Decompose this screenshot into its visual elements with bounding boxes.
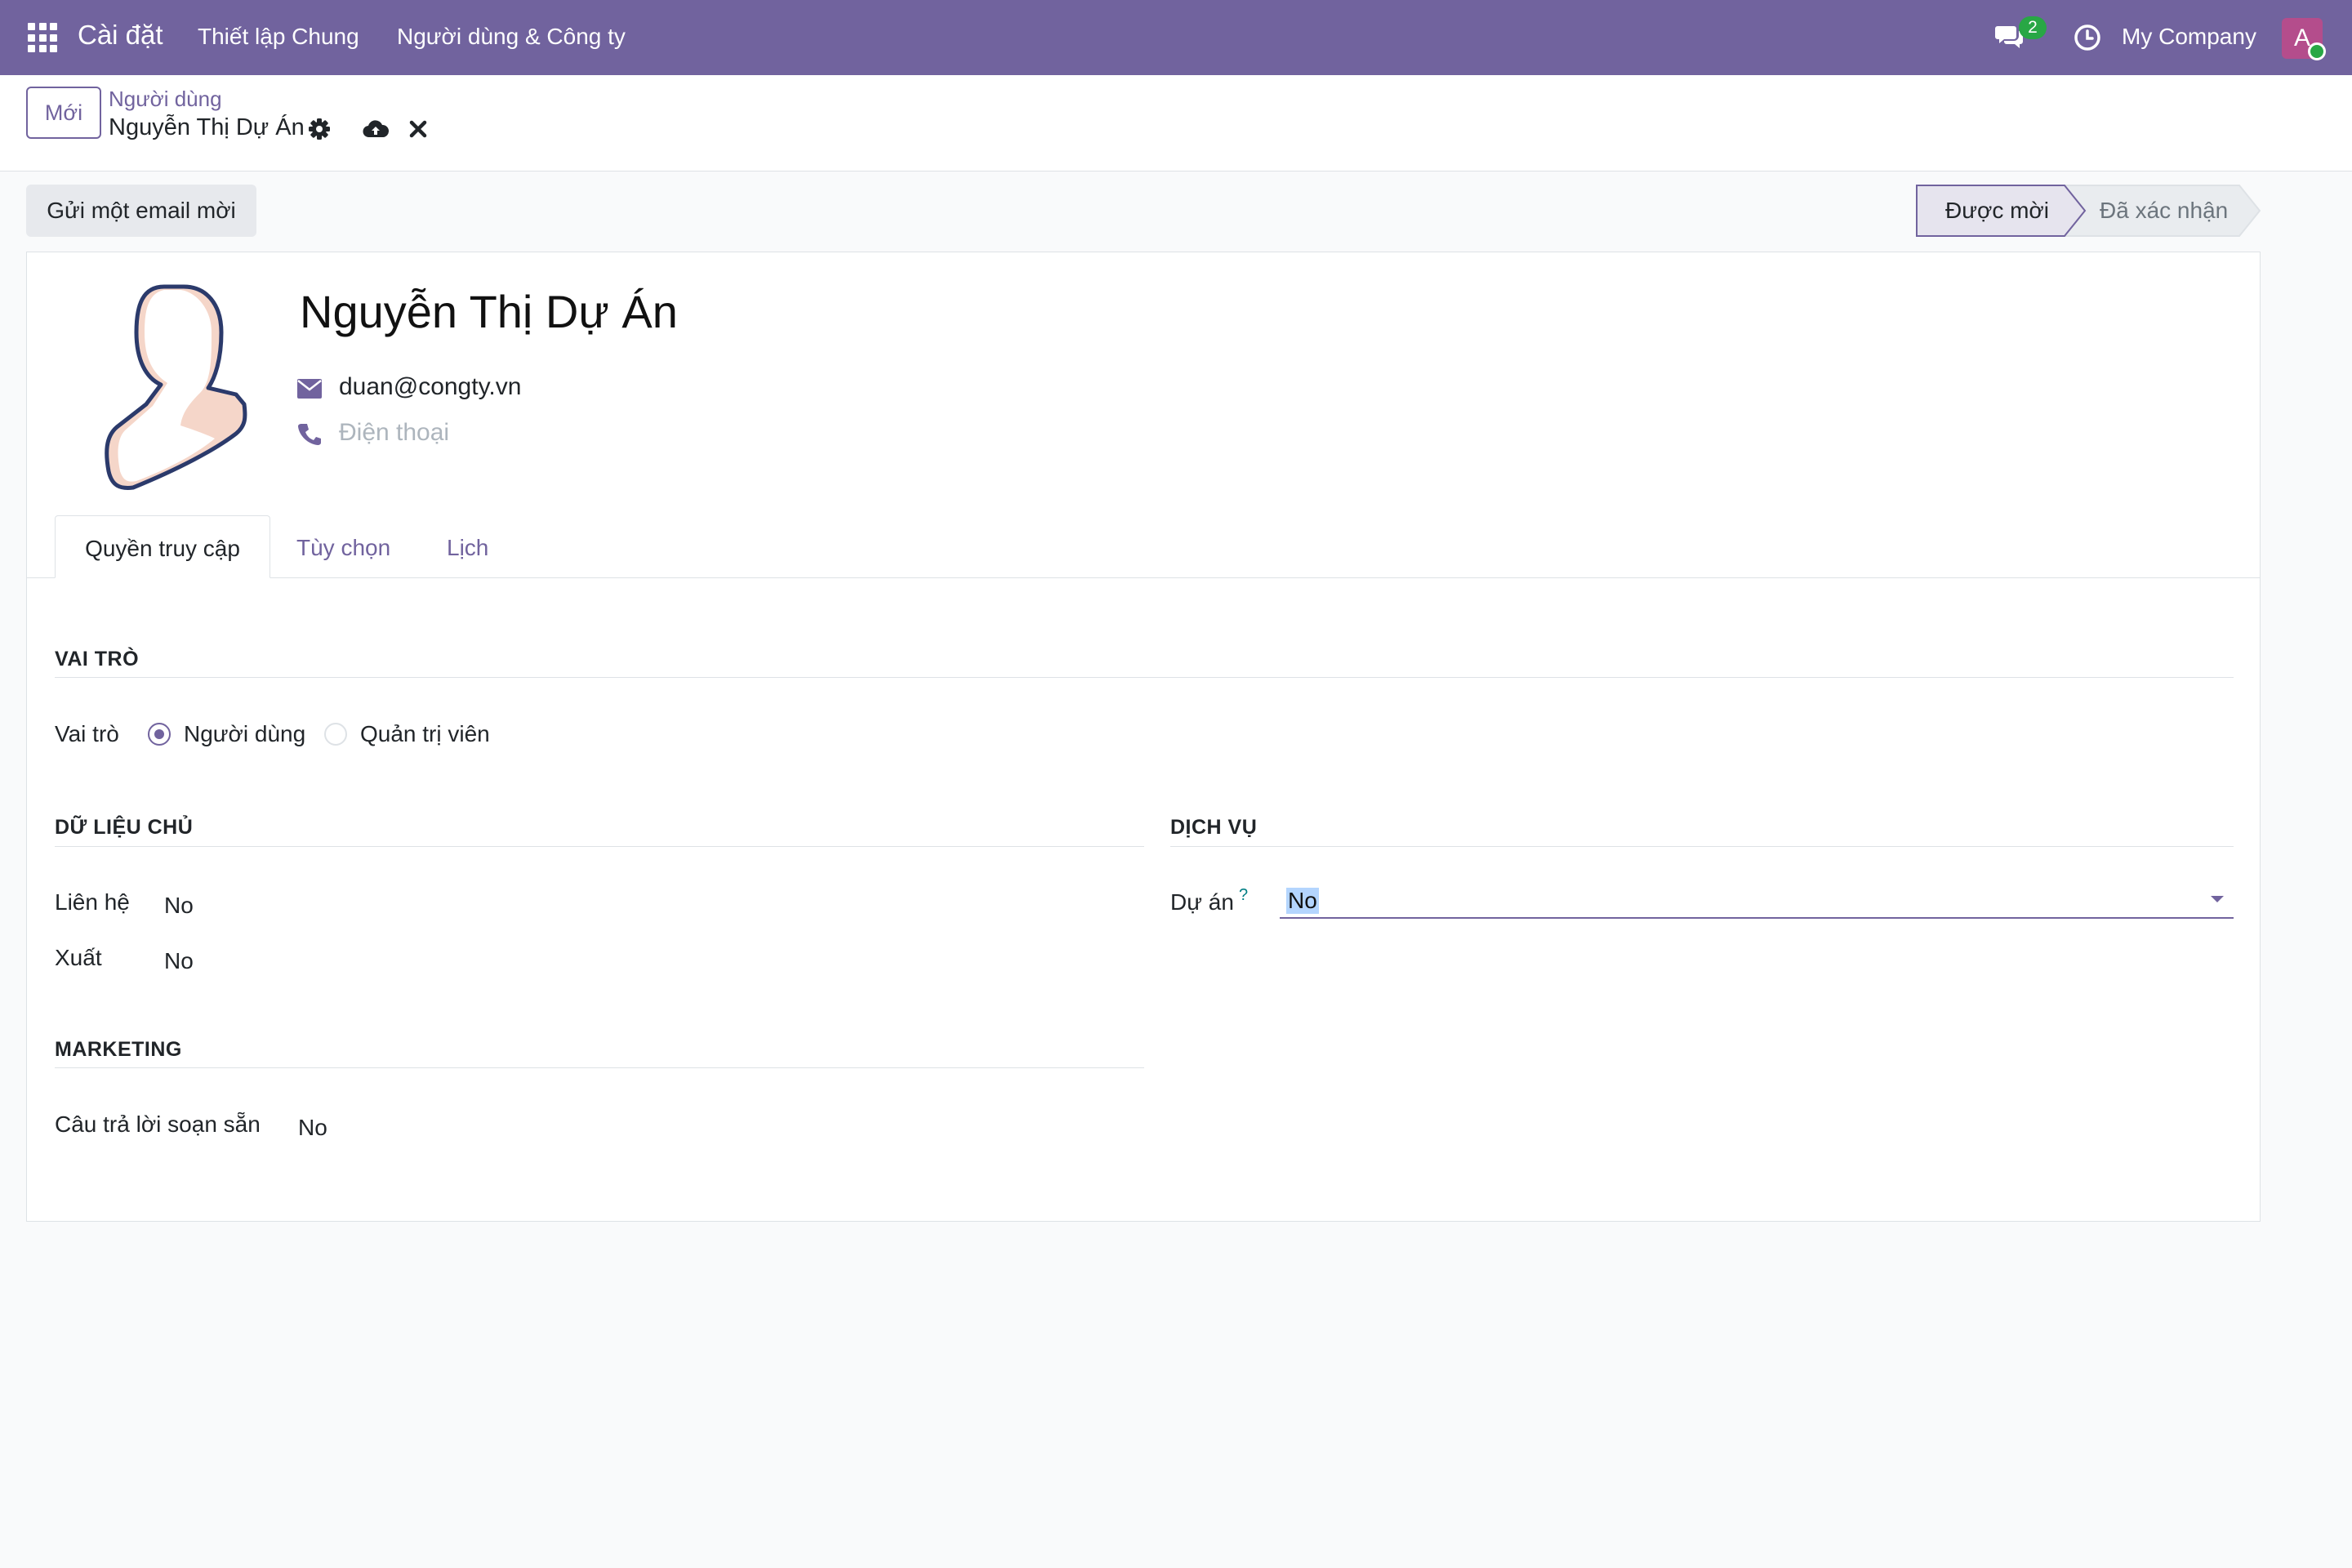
chat-count-badge: 2: [2019, 16, 2047, 39]
app-name[interactable]: Cài đặt: [78, 20, 163, 51]
breadcrumb-current: Nguyễn Thị Dự Án: [109, 114, 305, 140]
role-label: Vai trò: [55, 721, 119, 746]
status-stages: Được mời Đã xác nhận: [1916, 185, 2261, 237]
canned-responses-label: Câu trả lời soạn sẵn: [55, 1111, 261, 1137]
breadcrumb-parent[interactable]: Người dùng: [109, 87, 222, 112]
tab-calendar[interactable]: Lịch: [447, 515, 488, 578]
form-sheet: Nguyễn Thị Dự Án duan@congty.vn Điện tho…: [26, 252, 2261, 1222]
project-select[interactable]: No: [1280, 881, 2234, 919]
contacts-value[interactable]: No: [164, 893, 194, 919]
discard-icon[interactable]: [408, 119, 428, 139]
clock-icon[interactable]: [2073, 23, 2102, 52]
section-divider: [55, 677, 2234, 678]
stage-invited[interactable]: Được mời: [1945, 198, 2049, 224]
user-placeholder-avatar[interactable]: [92, 282, 275, 494]
send-invitation-button[interactable]: Gửi một email mời: [26, 185, 256, 237]
tab-preferences[interactable]: Tùy chọn: [296, 515, 390, 578]
contacts-label: Liên hệ: [55, 889, 130, 915]
section-divider: [55, 1067, 1144, 1068]
online-status-icon: [2308, 42, 2326, 60]
help-tooltip-icon[interactable]: ?: [1239, 886, 1248, 905]
section-title-marketing: MARKETING: [55, 1038, 182, 1061]
menu-users-companies[interactable]: Người dùng & Công ty: [397, 24, 626, 50]
radio-admin-label[interactable]: Quản trị viên: [360, 721, 490, 747]
canned-responses-value[interactable]: No: [298, 1115, 327, 1141]
menu-general-settings[interactable]: Thiết lập Chung: [198, 24, 359, 50]
caret-down-icon: [2211, 896, 2224, 902]
radio-admin[interactable]: [324, 723, 347, 746]
envelope-icon: [297, 379, 322, 399]
cloud-upload-icon[interactable]: [363, 118, 389, 140]
apps-menu-icon[interactable]: [28, 23, 57, 52]
project-label: Dự án: [1170, 889, 1234, 915]
new-button[interactable]: Mới: [26, 87, 101, 139]
top-navbar: Cài đặt Thiết lập Chung Người dùng & Côn…: [0, 0, 2352, 75]
radio-user[interactable]: [148, 723, 171, 746]
section-title-role: VAI TRÒ: [55, 648, 140, 670]
stage-confirmed[interactable]: Đã xác nhận: [2100, 198, 2228, 224]
project-select-value: No: [1286, 888, 1319, 914]
phone-icon: [298, 424, 321, 445]
user-name[interactable]: Nguyễn Thị Dự Án: [300, 285, 678, 338]
section-title-master-data: DỮ LIỆU CHỦ: [55, 816, 194, 839]
phone-field[interactable]: Điện thoại: [339, 419, 449, 447]
export-label: Xuất: [55, 945, 102, 970]
gear-icon[interactable]: [308, 118, 331, 140]
radio-user-label[interactable]: Người dùng: [184, 721, 305, 747]
export-value[interactable]: No: [164, 948, 194, 974]
section-divider: [1170, 846, 2234, 847]
section-title-services: DỊCH VỤ: [1170, 816, 1258, 839]
company-switcher[interactable]: My Company: [2122, 24, 2256, 50]
section-divider: [55, 846, 1144, 847]
tab-access-rights[interactable]: Quyền truy cập: [55, 515, 270, 578]
email-field[interactable]: duan@congty.vn: [339, 373, 521, 401]
control-panel: Mới Người dùng Nguyễn Thị Dự Án: [0, 75, 2352, 172]
